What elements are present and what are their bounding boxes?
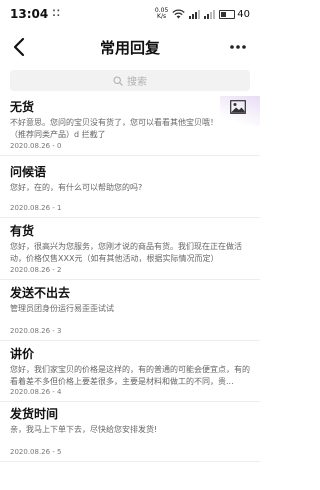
reply-date: 2020.08.26 - 1	[10, 204, 62, 212]
reply-content: 您好，很高兴为您服务，您刚才说的商品有货。我们现在正在做活动，价格仅售XXX元（…	[10, 242, 242, 263]
status-left: 13:04 ⁚⁚	[10, 7, 61, 21]
reply-list: 无货 不好意思。您问的宝贝没有货了，您可以看看其他宝贝哦！（推荐同类产品）d 拦…	[0, 96, 260, 462]
reply-item-bargain[interactable]: 讲价 您好，我们家宝贝的价格是这样的，有的普通的可能会便宜点，有的看着差不多但价…	[0, 341, 260, 402]
reply-date: 2020.08.26 - 5	[10, 448, 62, 456]
wifi-icon	[172, 9, 185, 19]
net-speed: 0.05 K/s	[155, 8, 168, 20]
reply-date: 2020.08.26 - 3	[10, 327, 62, 335]
reply-title: 问候语	[10, 165, 47, 179]
back-arrow-icon[interactable]	[8, 35, 32, 59]
reply-content: 您好，在的，有什么可以帮助您的吗?	[10, 183, 143, 192]
reply-title: 发送不出去	[10, 286, 71, 300]
battery-icon	[219, 9, 236, 19]
notification-dots: ⁚⁚	[52, 9, 62, 19]
reply-content: 亲，我马上下单下去，尽快给您安排发货!	[10, 425, 158, 434]
search-icon	[113, 75, 123, 86]
reply-title: 发货时间	[10, 407, 59, 421]
reply-item-greeting[interactable]: 问候语 您好，在的，有什么可以帮助您的吗? 2020.08.26 - 1	[0, 156, 260, 218]
header: 常用回复	[0, 30, 260, 64]
reply-date: 2020.08.26 - 4	[10, 388, 62, 396]
reply-content: 不好意思。您问的宝贝没有货了，您可以看看其他宝贝哦！（推荐同类产品）d 拦截了	[10, 118, 218, 139]
reply-item-shipping-time[interactable]: 发货时间 亲，我马上下单下去，尽快给您安排发货! 2020.08.26 - 5	[0, 402, 260, 462]
status-bar: 13:04 ⁚⁚ 0.05 K/s 40	[0, 0, 260, 28]
battery-level: 40	[237, 8, 250, 20]
more-options-icon[interactable]	[226, 35, 250, 59]
image-icon[interactable]	[230, 100, 246, 114]
page-title: 常用回复	[99, 38, 160, 57]
reply-date: 2020.08.26 - 2	[10, 266, 62, 274]
reply-date: 2020.08.26 - 0	[10, 142, 62, 150]
search-input[interactable]: 搜索	[10, 70, 250, 91]
clock: 13:04	[10, 7, 49, 21]
net-speed-unit: K/s	[157, 13, 167, 20]
signal-icon-1	[189, 9, 201, 19]
reply-title: 讲价	[10, 347, 35, 361]
reply-title: 有货	[10, 224, 35, 238]
reply-item-out-of-stock[interactable]: 无货 不好意思。您问的宝贝没有货了，您可以看看其他宝贝哦！（推荐同类产品）d 拦…	[0, 96, 260, 156]
status-right: 0.05 K/s 40	[155, 8, 250, 20]
reply-item-cannot-send[interactable]: 发送不出去 管理员团身份运行易歪歪试试 2020.08.26 - 3	[0, 280, 260, 341]
signal-icon-2	[204, 9, 216, 19]
reply-content: 您好，我们家宝贝的价格是这样的，有的普通的可能会便宜点，有的看着差不多但价格上要…	[10, 365, 250, 386]
battery: 40	[219, 9, 250, 20]
search-placeholder: 搜索	[127, 77, 147, 88]
reply-content: 管理员团身份运行易歪歪试试	[10, 304, 114, 313]
reply-title: 无货	[10, 100, 35, 114]
reply-item-in-stock[interactable]: 有货 您好，很高兴为您服务，您刚才说的商品有货。我们现在正在做活动，价格仅售XX…	[0, 218, 260, 280]
